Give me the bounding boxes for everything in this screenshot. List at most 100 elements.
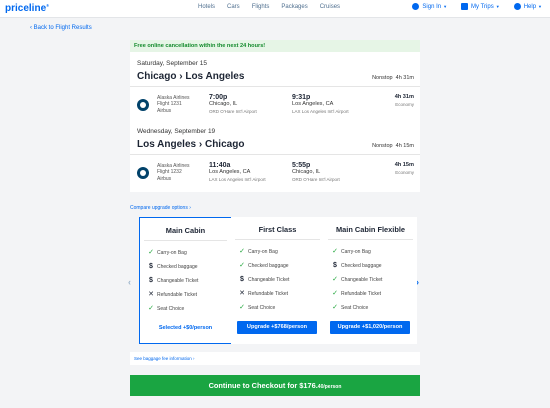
check-icon: ✓ <box>332 276 338 283</box>
departure-time: 7:00p <box>209 94 228 101</box>
nav-hotels[interactable]: Hotels <box>198 4 215 10</box>
account-menu: Sign In ▼ My Trips ▼ Help ▼ <box>398 3 542 10</box>
arrival-city: Chicago, IL <box>292 169 321 175</box>
arrival-airport: ORD O'Hare Int'l Airport <box>292 177 340 182</box>
feature-carry-on: ✓ Carry-on Bag <box>147 249 187 256</box>
check-icon: ✓ <box>148 305 154 312</box>
arrival-info: 5:55p Chicago, IL ORD O'Hare Int'l Airpo… <box>292 162 340 183</box>
departure-city: Los Angeles, CA <box>209 169 251 175</box>
arrival-time: 5:55p <box>292 162 311 169</box>
fare-title: Main Cabin <box>165 226 206 235</box>
divider <box>235 239 320 240</box>
divider <box>130 86 420 87</box>
feature-label: Changeable Ticket <box>157 277 199 284</box>
feature-label: Carry-on Bag <box>248 248 278 255</box>
fare-card-main-cabin-flexible[interactable]: Main Cabin Flexible ✓ Carry-on Bag $ Check… <box>324 217 417 344</box>
continue-to-checkout-button[interactable]: Continue to Checkout for $176.40/person <box>130 375 420 396</box>
back-to-results-link[interactable]: ‹ Back to Flight Results <box>30 25 92 31</box>
compare-upgrade-options-link[interactable]: Compare upgrade options › <box>130 205 191 211</box>
feature-checked-baggage: $ Checked baggage <box>147 263 198 270</box>
feature-changeable: $ Changeable Ticket <box>238 276 289 283</box>
upgrade-first-class-button[interactable]: Upgrade +$768/person <box>237 321 317 334</box>
duration-label: 4h 31m <box>395 75 414 81</box>
dollar-icon: $ <box>149 263 153 270</box>
arrival-info: 9:31p Los Angeles, CA LAX Los Angeles In… <box>292 94 349 115</box>
feature-label: Refundable Ticket <box>157 291 198 298</box>
alaska-airlines-logo-icon <box>137 167 149 179</box>
feature-label: Changeable Ticket <box>248 276 290 283</box>
arrival-airport: LAX Los Angeles Int'l Airport <box>292 109 349 114</box>
divider <box>130 154 420 155</box>
divider <box>144 240 227 241</box>
feature-label: Seat Choice <box>341 304 369 311</box>
nav-packages[interactable]: Packages <box>281 4 307 10</box>
check-icon: ✓ <box>148 249 154 256</box>
fare-options: Main Cabin ✓ Carry-on Bag $ Checked baggag… <box>130 217 420 352</box>
cabin-class: Economy <box>395 102 414 107</box>
checkout-label: Continue to Checkout for $176. <box>208 381 318 390</box>
segment-summary: Nonstop 4h 15m <box>372 143 414 149</box>
alaska-airlines-logo-icon <box>137 99 149 111</box>
departure-city: Chicago, IL <box>209 101 238 107</box>
check-icon: ✓ <box>239 248 245 255</box>
feature-seat-choice: ✓ Seat Choice <box>238 304 275 311</box>
dollar-icon: $ <box>240 276 244 283</box>
feature-label: Carry-on Bag <box>341 248 371 255</box>
feature-label: Changeable Ticket <box>341 276 383 283</box>
my-trips-label: My Trips <box>471 3 494 10</box>
check-icon: ✓ <box>332 248 338 255</box>
outbound-segment: Saturday, September 15 Chicago › Los Ang… <box>130 54 420 120</box>
logo-text: priceline <box>5 3 47 14</box>
logo-registered-mark: ® <box>46 3 50 8</box>
feature-label: Checked baggage <box>341 262 382 269</box>
help-label: Help <box>523 3 537 10</box>
help-button[interactable]: Help ▼ <box>513 3 542 10</box>
dollar-icon: $ <box>333 262 337 269</box>
feature-label: Checked baggage <box>248 262 289 269</box>
feature-refundable: ✕ Refundable Ticket <box>147 291 197 298</box>
fare-title: Main Cabin Flexible <box>336 225 405 234</box>
feature-label: Refundable Ticket <box>341 290 382 297</box>
check-icon: ✓ <box>332 304 338 311</box>
nav-cars[interactable]: Cars <box>227 4 240 10</box>
feature-seat-choice: ✓ Seat Choice <box>147 305 184 312</box>
flight-duration: 4h 31m <box>394 94 414 100</box>
upgrade-main-cabin-flexible-button[interactable]: Upgrade +$1,020/person <box>330 321 410 334</box>
segment-date: Saturday, September 15 <box>137 60 207 67</box>
departure-airport: LAX Los Angeles Int'l Airport <box>209 177 266 182</box>
top-navigation-bar: priceline® Hotels Cars Flights Packages … <box>0 0 550 18</box>
fare-card-main-cabin[interactable]: Main Cabin ✓ Carry-on Bag $ Checked baggag… <box>139 217 232 344</box>
departure-info: 11:40a Los Angeles, CA LAX Los Angeles I… <box>209 162 266 183</box>
segment-route: Los Angeles › Chicago <box>137 139 245 150</box>
stops-label: Nonstop <box>372 75 393 81</box>
check-icon: ✓ <box>239 304 245 311</box>
stops-label: Nonstop <box>372 143 393 149</box>
check-icon: ✓ <box>332 290 338 297</box>
segment-route: Chicago › Los Angeles <box>137 71 245 82</box>
aircraft-type: Airbus <box>157 175 172 182</box>
check-icon: ✓ <box>239 262 245 269</box>
nav-cruises[interactable]: Cruises <box>320 4 340 10</box>
feature-seat-choice: ✓ Seat Choice <box>331 304 368 311</box>
free-cancellation-banner: Free online cancellation within the next… <box>130 40 420 52</box>
my-trips-button[interactable]: My Trips ▼ <box>461 3 500 10</box>
baggage-fee-info-link[interactable]: See baggage fee information › <box>130 352 420 365</box>
divider <box>328 239 413 240</box>
arrival-time: 9:31p <box>292 94 311 101</box>
feature-label: Seat Choice <box>248 304 276 311</box>
nav-flights[interactable]: Flights <box>252 4 270 10</box>
feature-changeable: $ Changeable Ticket <box>147 277 198 284</box>
priceline-logo[interactable]: priceline® <box>5 3 49 14</box>
cabin-class: Economy <box>395 170 414 175</box>
sign-in-button[interactable]: Sign In ▼ <box>412 3 447 10</box>
fare-title: First Class <box>258 225 297 234</box>
chevron-down-icon: ▼ <box>495 4 500 9</box>
arrival-city: Los Angeles, CA <box>292 101 334 107</box>
feature-checked-baggage: $ Checked baggage <box>331 262 382 269</box>
fare-card-first-class[interactable]: First Class ✓ Carry-on Bag ✓ Checked bagga… <box>231 217 324 344</box>
feature-carry-on: ✓ Carry-on Bag <box>238 248 278 255</box>
flight-duration-info: 4h 31m Economy <box>395 94 414 108</box>
feature-label: Seat Choice <box>157 305 185 312</box>
aircraft-type: Airbus <box>157 107 172 114</box>
feature-checked-baggage: ✓ Checked baggage <box>238 262 289 269</box>
